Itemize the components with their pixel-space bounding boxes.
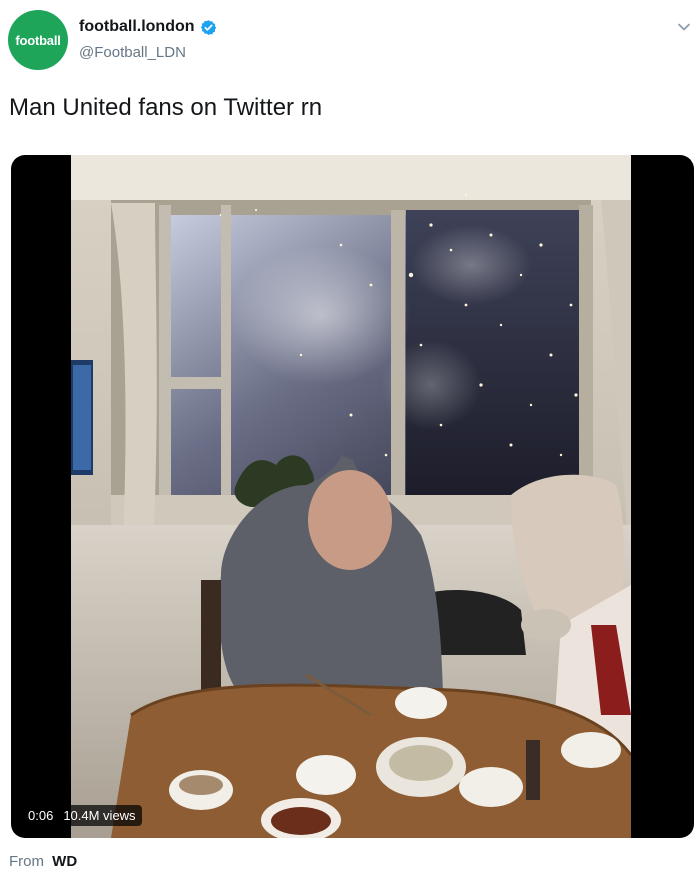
video-duration: 0:06 [28, 808, 54, 823]
avatar-label: football [15, 32, 61, 48]
avatar[interactable]: football [8, 10, 68, 70]
verified-badge-icon [200, 19, 216, 35]
author-name-row[interactable]: football.london [79, 18, 217, 36]
chevron-down-icon[interactable] [677, 20, 691, 34]
video-frame [71, 155, 631, 838]
attribution-label: From [9, 853, 44, 870]
attribution-source-link[interactable]: WD [52, 853, 77, 870]
video-player[interactable]: 0:06 10.4M views [11, 155, 694, 838]
video-info-overlay: 0:06 10.4M views [22, 805, 142, 826]
author-display-name[interactable]: football.london [79, 18, 195, 36]
video-attribution: From WD [9, 853, 77, 870]
tweet-text: Man United fans on Twitter rn [9, 94, 323, 121]
tweet-header: football football.london @Football_LDN [0, 0, 700, 80]
author-handle[interactable]: @Football_LDN [79, 44, 186, 61]
video-view-count: 10.4M views [63, 808, 136, 823]
